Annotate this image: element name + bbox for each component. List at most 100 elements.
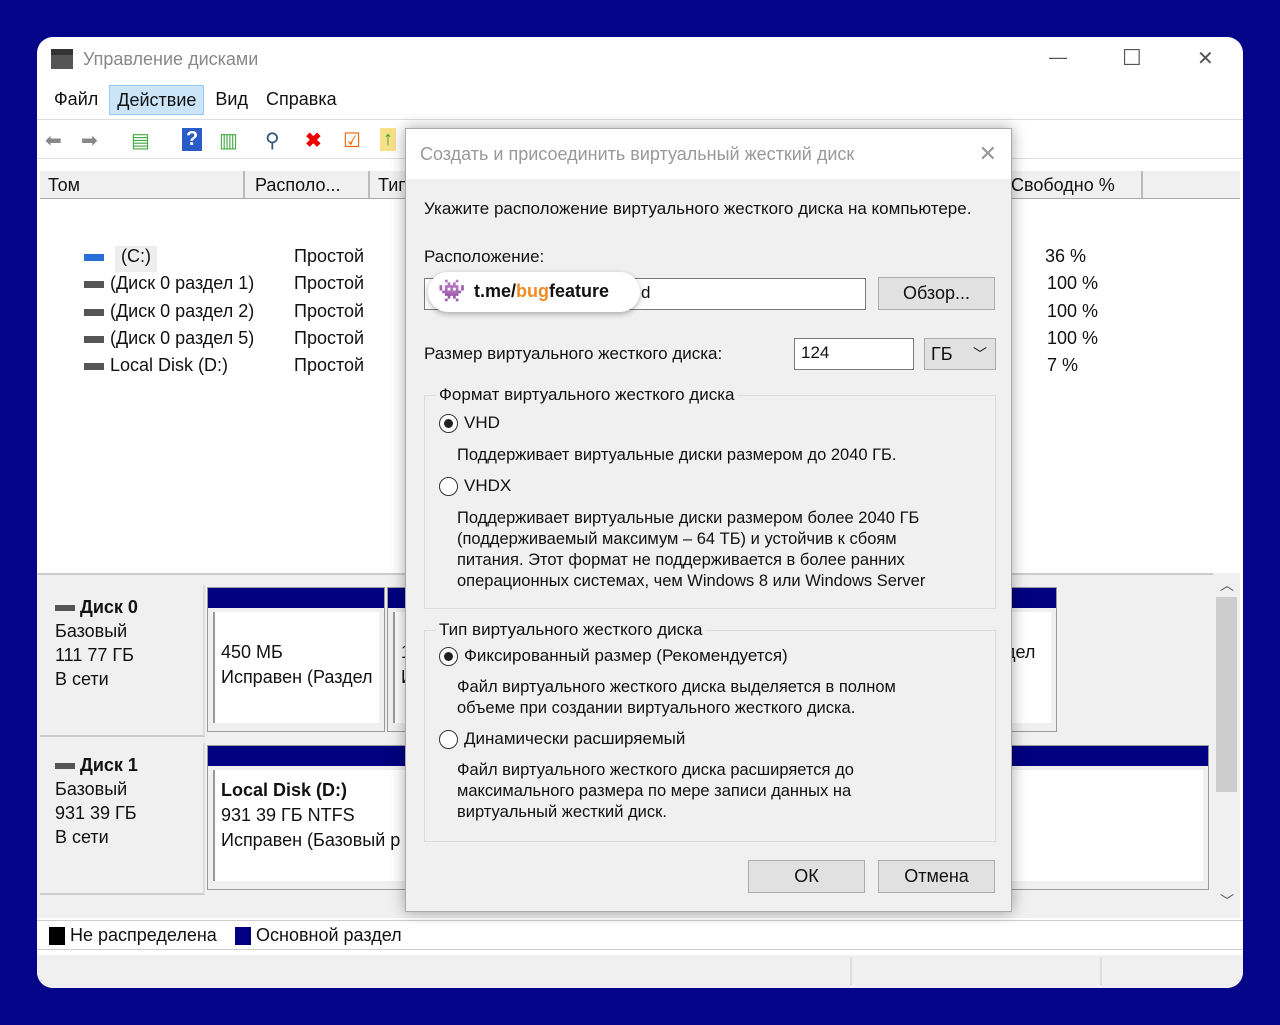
dialog-title: Создать и присоединить виртуальный жестк… [420, 144, 855, 164]
location-label: Расположение: [424, 247, 545, 266]
desc-line: Поддерживает виртуальные диски размером … [457, 509, 920, 527]
fixed-size-label[interactable]: Фиксированный размер (Рекомендуется) [464, 646, 788, 666]
disk-1-label[interactable]: Диск 1 Базовый 931 39 ГБ В сети [40, 743, 205, 895]
volume-free-percent[interactable]: 100 % [1047, 273, 1098, 299]
format-group-label: Формат виртуального жесткого диска [436, 385, 738, 405]
legend-label: Основной раздел [256, 925, 402, 945]
vhdx-radio[interactable] [439, 477, 458, 496]
open-folder-icon[interactable]: ↑ [380, 128, 396, 151]
help-icon[interactable]: ? [182, 128, 203, 151]
volume-free-percent[interactable]: 36 % [1045, 246, 1086, 272]
volume-layout[interactable]: Простой [294, 355, 364, 381]
unit-select[interactable]: ГБ ﹀ [924, 338, 996, 370]
legend-primary: Основной раздел [235, 925, 402, 946]
legend-swatch [49, 927, 65, 946]
volume-name[interactable]: (C:) [115, 246, 157, 272]
delete-icon[interactable]: ✖ [305, 128, 322, 153]
watermark-accent: bug [516, 281, 550, 301]
fixed-size-radio[interactable] [439, 647, 458, 666]
dynamic-description: Файл виртуального жесткого диска расширя… [457, 760, 854, 823]
app-icon [51, 49, 73, 69]
size-input[interactable]: 124 [794, 338, 914, 370]
disk-kind: Базовый [55, 621, 128, 641]
desc-line: максимального размера по мере записи дан… [457, 782, 852, 800]
type-group-label: Тип виртуального жесткого диска [436, 620, 706, 640]
properties-icon[interactable]: ☑ [343, 128, 361, 153]
desc-line: Файл виртуального жесткого диска расширя… [457, 761, 854, 779]
volume-layout[interactable]: Простой [294, 246, 364, 272]
column-layout[interactable]: Располо... [247, 171, 370, 198]
location-value: d [641, 283, 651, 302]
close-button[interactable]: ✕ [1197, 46, 1214, 71]
disk-0-label[interactable]: Диск 0 Базовый 111 77 ГБ В сети [40, 585, 205, 737]
bug-icon: 👾 [438, 278, 466, 303]
browse-button[interactable]: Обзор... [878, 277, 995, 310]
back-icon[interactable]: ⬅ [45, 128, 62, 153]
instruction-text: Укажите расположение виртуального жестко… [424, 199, 972, 218]
volume-name[interactable]: (Диск 0 раздел 5) [110, 328, 254, 354]
scroll-down-icon[interactable]: ﹀ [1220, 891, 1234, 911]
vhd-description: Поддерживает виртуальные диски размером … [457, 446, 897, 464]
volume-icon [84, 363, 104, 371]
volume-icon [84, 281, 104, 289]
desc-line: Файл виртуального жесткого диска выделяе… [457, 678, 896, 696]
volume-layout[interactable]: Простой [294, 301, 364, 327]
window-title: Управление дисками [83, 49, 259, 69]
dialog-title-bar: Создать и присоединить виртуальный жестк… [406, 129, 1011, 179]
watermark-suffix: feature [549, 281, 610, 301]
volume-free-percent[interactable]: 100 % [1047, 328, 1098, 354]
forward-icon[interactable]: ➡ [81, 128, 98, 153]
column-volume[interactable]: Том [40, 171, 245, 198]
vhd-radio[interactable] [439, 414, 458, 433]
dialog-close-button[interactable]: ✕ [979, 141, 997, 167]
volume-name[interactable]: (Диск 0 раздел 1) [110, 273, 254, 299]
desc-line: питания. Этот формат не поддерживается в… [457, 551, 905, 569]
vhd-label[interactable]: VHD [464, 413, 500, 433]
disk-size: 931 39 ГБ [55, 803, 137, 823]
dynamic-radio[interactable] [439, 730, 458, 749]
connect-disk-icon[interactable]: ⚲ [265, 128, 280, 153]
menu-file[interactable]: Файл [47, 85, 105, 115]
menu-help[interactable]: Справка [259, 85, 344, 115]
legend: Не распределена Основной раздел [37, 920, 1243, 950]
scrollbar-thumb[interactable] [1216, 597, 1237, 792]
volume-name[interactable]: Local Disk (D:) [110, 355, 228, 381]
show-hide-console-tree-icon[interactable]: ▤ [131, 128, 150, 153]
desc-line: объеме при создании виртуального жестког… [457, 699, 856, 717]
create-vhd-dialog: Создать и присоединить виртуальный жестк… [405, 128, 1012, 912]
striped-volume-icon [84, 254, 104, 261]
legend-unallocated: Не распределена [49, 925, 217, 946]
volume-icon [84, 335, 104, 343]
disk-kind: Базовый [55, 779, 128, 799]
status-bar [37, 955, 1243, 988]
cancel-button[interactable]: Отмена [878, 860, 995, 893]
vhdx-label[interactable]: VHDX [464, 476, 511, 496]
volume-icon [84, 308, 104, 316]
volume-name[interactable]: (Диск 0 раздел 2) [110, 301, 254, 327]
disk-size: 111 77 ГБ [55, 645, 134, 665]
menu-view[interactable]: Вид [208, 85, 255, 115]
partition-title: Local Disk (D:) [221, 780, 348, 800]
ok-button[interactable]: ОК [748, 860, 865, 893]
volume-layout[interactable]: Простой [294, 273, 364, 299]
fixed-description: Файл виртуального жесткого диска выделяе… [457, 677, 896, 719]
volume-layout[interactable]: Простой [294, 328, 364, 354]
volume-free-percent[interactable]: 7 % [1047, 355, 1078, 381]
disk-status: В сети [55, 827, 109, 847]
volume-free-percent[interactable]: 100 % [1047, 301, 1098, 327]
chevron-down-icon: ﹀ [973, 346, 987, 362]
scroll-up-icon[interactable]: ︿ [1220, 575, 1234, 595]
show-action-pane-icon[interactable]: ▥ [219, 128, 238, 153]
unit-value: ГБ [931, 344, 953, 364]
maximize-button[interactable]: ☐ [1122, 45, 1142, 71]
disk-name: Диск 1 [80, 755, 138, 775]
menu-action[interactable]: Действие [109, 85, 205, 115]
legend-label: Не распределена [70, 925, 217, 945]
partition[interactable]: 450 МБ Исправен (Раздел [207, 587, 385, 732]
vertical-scrollbar[interactable]: ︿ ﹀ [1213, 573, 1240, 918]
watermark-prefix: t.me/ [474, 281, 517, 301]
partition-size: 450 МБ [221, 642, 283, 662]
dynamic-label[interactable]: Динамически расширяемый [464, 729, 685, 749]
minimize-button[interactable]: — [1049, 47, 1067, 68]
column-free-percent[interactable]: Свободно % [1003, 171, 1143, 198]
